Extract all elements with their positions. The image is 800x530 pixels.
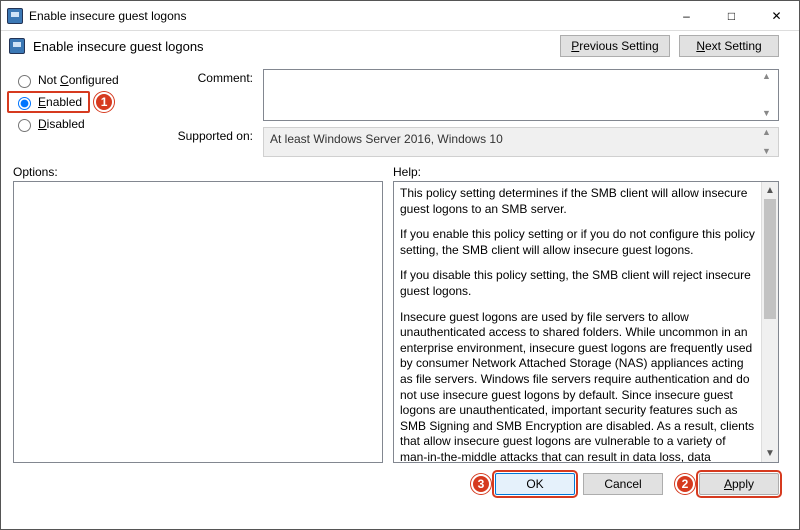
help-label: Help: — [393, 165, 421, 179]
policy-icon — [9, 38, 25, 54]
policy-title: Enable insecure guest logons — [33, 39, 204, 54]
scroll-up-icon[interactable]: ▲ — [762, 182, 778, 199]
section-labels: Options: Help: — [1, 157, 799, 181]
help-paragraph: If you enable this policy setting or if … — [400, 227, 755, 258]
annotation-badge-1: 1 — [94, 92, 114, 112]
cancel-button[interactable]: Cancel — [583, 473, 663, 495]
supported-label: Supported on: — [163, 127, 253, 143]
window-buttons: – □ ✕ — [664, 1, 799, 30]
radio-disabled-label: Disabled — [38, 117, 85, 131]
apply-button[interactable]: Apply — [699, 473, 779, 495]
config-area: Not Configured Enabled 1 Disabled Commen… — [1, 63, 799, 157]
footer: 3 OK Cancel 2 Apply — [1, 467, 799, 501]
annotation-badge-2: 2 — [675, 474, 695, 494]
comment-input[interactable]: ▲▼ — [263, 69, 779, 121]
comment-row: Comment: ▲▼ — [163, 69, 779, 121]
app-icon — [7, 8, 23, 24]
state-radio-group: Not Configured Enabled 1 Disabled — [13, 69, 153, 157]
radio-not-configured-input[interactable] — [18, 75, 31, 88]
apply-accelerator: A — [724, 477, 732, 491]
titlebar: Enable insecure guest logons – □ ✕ — [1, 1, 799, 31]
supported-spin: ▲▼ — [762, 128, 776, 156]
radio-enabled-label: Enabled — [38, 95, 82, 109]
help-paragraph: Insecure guest logons are used by file s… — [400, 310, 755, 462]
supported-value: At least Windows Server 2016, Windows 10… — [263, 127, 779, 157]
ok-button[interactable]: OK — [495, 473, 575, 495]
next-setting-button[interactable]: Next Setting — [679, 35, 779, 57]
help-scrollbar[interactable]: ▲ ▼ — [761, 182, 778, 462]
previous-setting-button[interactable]: Previous Setting — [560, 35, 669, 57]
next-accelerator: N — [696, 39, 705, 53]
close-button[interactable]: ✕ — [754, 1, 799, 30]
options-box[interactable] — [13, 181, 383, 463]
radio-disabled[interactable]: Disabled — [13, 113, 153, 135]
toolbar: Enable insecure guest logons Previous Se… — [1, 31, 799, 63]
scroll-down-icon[interactable]: ▼ — [762, 445, 778, 462]
radio-not-configured[interactable]: Not Configured — [13, 69, 153, 91]
prev-accelerator: P — [571, 39, 579, 53]
comment-label: Comment: — [163, 69, 253, 85]
annotation-badge-3: 3 — [471, 474, 491, 494]
supported-row: Supported on: At least Windows Server 20… — [163, 127, 779, 157]
radio-not-configured-label: Not Configured — [38, 73, 119, 87]
comment-spin[interactable]: ▲▼ — [762, 72, 776, 118]
minimize-button[interactable]: – — [664, 1, 709, 30]
radio-enabled[interactable]: Enabled — [7, 91, 90, 113]
radio-enabled-input[interactable] — [18, 97, 31, 110]
scroll-track[interactable] — [762, 199, 778, 445]
help-paragraph: This policy setting determines if the SM… — [400, 186, 755, 217]
options-label: Options: — [13, 165, 383, 179]
help-box: This policy setting determines if the SM… — [393, 181, 779, 463]
maximize-button[interactable]: □ — [709, 1, 754, 30]
scroll-thumb[interactable] — [764, 199, 776, 319]
help-text: This policy setting determines if the SM… — [394, 182, 761, 462]
radio-disabled-input[interactable] — [18, 119, 31, 132]
help-paragraph: If you disable this policy setting, the … — [400, 268, 755, 299]
panes: This policy setting determines if the SM… — [1, 181, 799, 467]
window-title: Enable insecure guest logons — [29, 9, 186, 23]
